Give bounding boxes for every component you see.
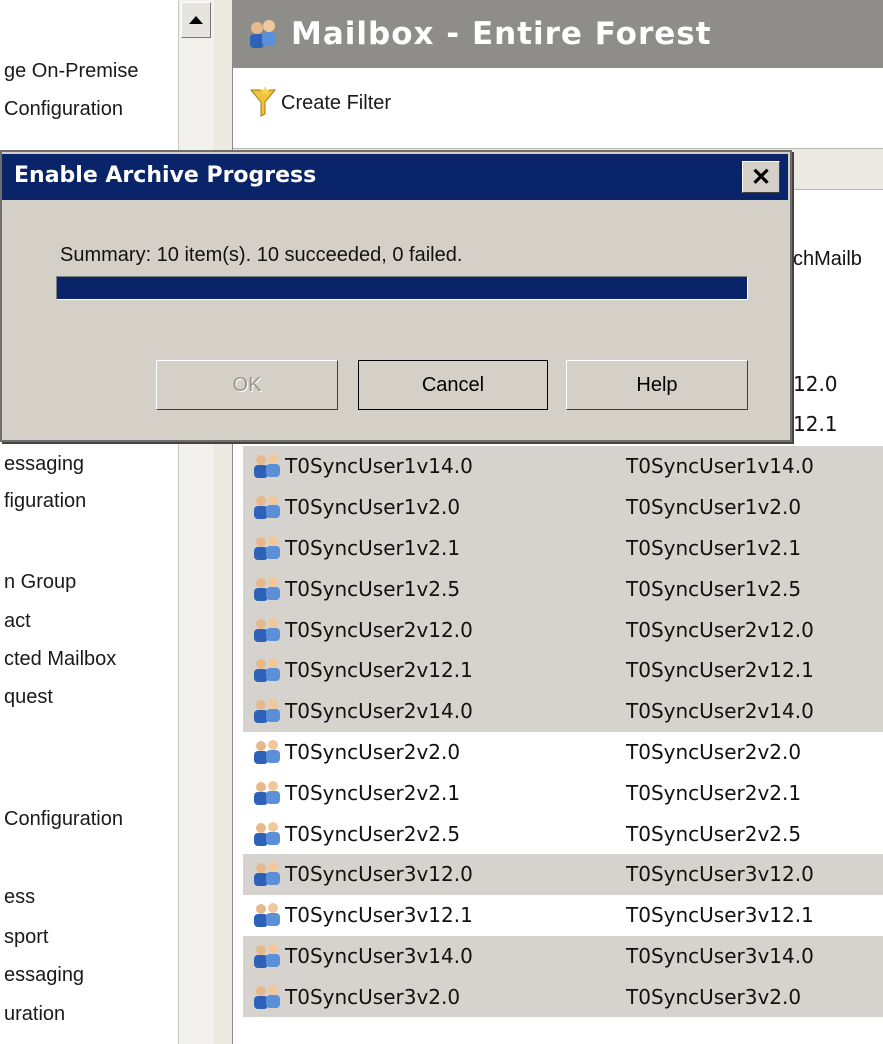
mailbox-user-icon [249,492,285,522]
dialog-title: Enable Archive Progress [14,163,317,188]
progress-fill [57,277,747,299]
close-button[interactable]: ✕ [742,161,780,193]
scroll-up-button[interactable] [181,2,211,38]
mailbox-user-icon [249,533,285,563]
display-name-cell: T0SyncUser2v2.5 [285,821,461,846]
alias-cell: T0SyncUser1v2.1 [626,535,802,560]
display-name-cell: T0SyncUser3v12.0 [285,862,473,887]
alias-cell: T0SyncUser3v2.0 [626,984,802,1009]
partial-row-text: 12.1 [793,412,838,436]
tree-item[interactable]: essaging [4,453,84,476]
display-name-cell: T0SyncUser1v2.0 [285,495,461,520]
alias-cell: T0SyncUser2v12.1 [626,658,814,683]
table-row[interactable]: T0SyncUser1v14.0 T0SyncUser1v14.0 [243,446,883,487]
pane-header: Mailbox - Entire Forest [233,0,883,68]
ok-button[interactable]: OK [156,360,338,410]
tree-item[interactable]: essaging [4,964,84,987]
table-row[interactable]: T0SyncUser3v14.0 T0SyncUser3v14.0 [243,935,883,977]
tree-item[interactable]: cted Mailbox [4,648,116,671]
display-name-cell: T0SyncUser1v14.0 [285,454,473,479]
mailbox-user-icon [249,859,285,889]
display-name-cell: T0SyncUser2v12.1 [285,658,473,683]
tree-item[interactable]: figuration [4,490,86,513]
tree-item[interactable]: Configuration [4,98,123,121]
filter-icon [249,86,277,117]
alias-cell: T0SyncUser3v12.1 [626,903,814,928]
alias-cell: T0SyncUser1v2.0 [626,495,802,520]
display-name-cell: T0SyncUser3v2.0 [285,984,461,1009]
table-row[interactable]: T0SyncUser2v12.1 T0SyncUser2v12.1 [243,649,883,691]
mailbox-user-icon [249,737,285,767]
table-row[interactable]: T0SyncUser2v14.0 T0SyncUser2v14.0 [243,690,883,732]
create-filter-button[interactable]: Create Filter [281,92,391,115]
dialog-titlebar[interactable]: Enable Archive Progress ✕ [2,154,788,200]
tree-item[interactable]: sport [4,926,48,949]
alias-cell: T0SyncUser3v12.0 [626,862,814,887]
progress-bar [56,276,748,300]
mailbox-user-icon [249,655,285,685]
display-name-cell: T0SyncUser2v12.0 [285,617,473,642]
table-row[interactable]: T0SyncUser1v2.1 T0SyncUser1v2.1 [243,527,883,569]
tree-item[interactable]: quest [4,686,53,709]
display-name-cell: T0SyncUser2v2.0 [285,739,461,764]
alias-cell: T0SyncUser2v2.5 [626,821,802,846]
mailbox-user-icon [249,574,285,604]
table-row[interactable]: T0SyncUser2v2.1 T0SyncUser2v2.1 [243,772,883,813]
alias-cell: T0SyncUser2v12.0 [626,617,814,642]
close-icon: ✕ [750,163,772,191]
help-button[interactable]: Help [566,360,748,410]
mailbox-users-icon [250,20,276,48]
partial-row-text: 12.0 [793,372,838,396]
table-row[interactable]: T0SyncUser3v12.1 T0SyncUser3v12.1 [243,895,883,936]
mailbox-user-icon [249,819,285,849]
mailbox-list: T0SyncUser1v14.0 T0SyncUser1v14.0 T0SyncUs… [243,446,883,1018]
summary-text: Summary: 10 item(s). 10 succeeded, 0 fai… [60,244,463,266]
tree-item[interactable]: ge On-Premise [4,60,139,83]
partial-column-text: chMailb [793,248,862,270]
table-row[interactable]: T0SyncUser3v12.0 T0SyncUser3v12.0 [243,853,883,895]
tree-item[interactable]: act [4,610,31,633]
alias-cell: T0SyncUser2v14.0 [626,699,814,724]
display-name-cell: T0SyncUser2v2.1 [285,780,461,805]
arrow-up-icon [189,16,203,24]
display-name-cell: T0SyncUser3v14.0 [285,943,473,968]
table-row[interactable]: T0SyncUser2v2.5 T0SyncUser2v2.5 [243,813,883,854]
alias-cell: T0SyncUser2v2.0 [626,739,802,764]
alias-cell: T0SyncUser1v14.0 [626,454,814,479]
pane-title: Mailbox - Entire Forest [291,16,712,52]
display-name-cell: T0SyncUser3v12.1 [285,903,473,928]
alias-cell: T0SyncUser3v14.0 [626,943,814,968]
mailbox-user-icon [249,778,285,808]
alias-cell: T0SyncUser1v2.5 [626,576,802,601]
alias-cell: T0SyncUser2v2.1 [626,780,802,805]
cancel-button[interactable]: Cancel [358,360,548,410]
table-row[interactable]: T0SyncUser1v2.0 T0SyncUser1v2.0 [243,486,883,528]
display-name-cell: T0SyncUser1v2.1 [285,535,461,560]
table-row[interactable]: T0SyncUser2v12.0 T0SyncUser2v12.0 [243,609,883,650]
mailbox-user-icon [249,696,285,726]
tree-item[interactable]: ess [4,886,35,909]
filter-toolbar: Create Filter [233,68,883,138]
display-name-cell: T0SyncUser1v2.5 [285,576,461,601]
mailbox-user-icon [249,982,285,1012]
mailbox-user-icon [249,615,285,645]
mailbox-user-icon [249,941,285,971]
display-name-cell: T0SyncUser2v14.0 [285,699,473,724]
mailbox-user-icon [249,900,285,930]
table-row[interactable]: T0SyncUser2v2.0 T0SyncUser2v2.0 [243,732,883,773]
tree-item[interactable]: n Group [4,571,76,594]
mailbox-user-icon [249,451,285,481]
tree-item[interactable]: Configuration [4,808,123,831]
table-row[interactable]: T0SyncUser3v2.0 T0SyncUser3v2.0 [243,976,883,1018]
table-row[interactable]: T0SyncUser1v2.5 T0SyncUser1v2.5 [243,568,883,610]
enable-archive-progress-dialog: Enable Archive Progress ✕ Summary: 10 it… [0,150,792,442]
tree-item[interactable]: uration [4,1003,65,1026]
